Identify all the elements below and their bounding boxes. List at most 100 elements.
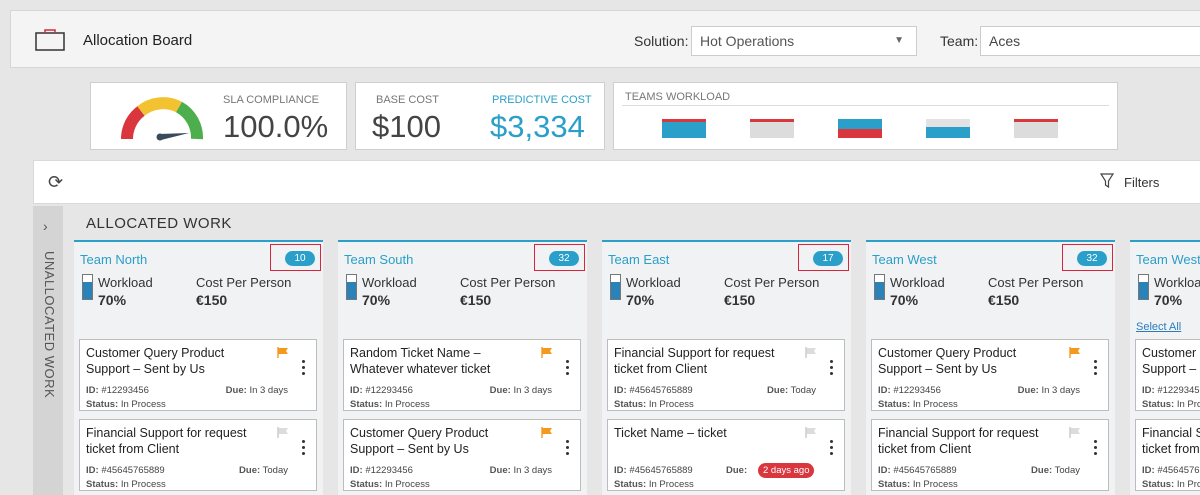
workload-value: 70% [626,292,655,308]
cost-card: BASE COST $100 PREDICTIVE COST $3,334 [355,82,605,150]
highlight-box [270,244,321,271]
workload-label: TEAMS WORKLOAD [625,91,731,103]
overdue-badge: 2 days ago [758,463,815,478]
filters-button[interactable]: Filters [1124,175,1159,190]
ticket-title: Financial Support for request ticket fro… [86,426,247,456]
workload-meter-icon [610,274,621,300]
app-title: Allocation Board [83,32,193,49]
flag-icon[interactable] [277,347,289,358]
more-options-icon[interactable] [1094,440,1098,460]
team-column: Team East 17 Workload 70% Cost Per Perso… [602,240,851,495]
filter-icon[interactable] [1100,173,1114,189]
ticket-id: ID: #12293456 [86,385,149,396]
cost-per-person-value: €150 [196,292,228,308]
ticket-card[interactable]: Customer Query Product Support – Sent by… [79,339,317,411]
chevron-right-icon[interactable]: › [43,218,48,234]
ticket-card[interactable]: Financial Support for request ticket fro… [1135,419,1200,491]
more-options-icon[interactable] [1094,360,1098,380]
ticket-status: Status: In Process [350,399,430,410]
ticket-card[interactable]: Financial Support for request ticket fro… [871,419,1109,491]
cost-per-person-label: Cost Per Person [724,275,820,290]
workload-bar [1014,119,1058,138]
flag-icon[interactable] [1069,427,1081,438]
workload-label: Workload [362,275,417,290]
ticket-due: Due: Today [767,385,816,396]
workload-meter-icon [82,274,93,300]
ticket-id: ID: #45645765889 [614,385,693,396]
more-options-icon[interactable] [566,360,570,380]
ticket-due: Due: In 3 days [225,385,288,396]
more-options-icon[interactable] [830,440,834,460]
cost-per-person-label: Cost Per Person [460,275,556,290]
workload-label: Workload [1154,275,1200,290]
workload-bar [750,119,794,138]
ticket-title: Customer Query Product Support – Sent by… [86,346,225,376]
ticket-card[interactable]: Financial Support for request ticket fro… [607,339,845,411]
ticket-id: ID: #12293456 [878,385,941,396]
caret-down-icon: ▼ [894,35,904,46]
ticket-id: ID: #12293456 [350,465,413,476]
ticket-id: ID: #45645765889 [1142,465,1200,476]
workload-bar [838,119,882,138]
ticket-card[interactable]: Financial Support for request ticket fro… [79,419,317,491]
ticket-card[interactable]: Ticket Name – ticket ID: #45645765889 Du… [607,419,845,491]
ticket-status: Status: In Process [878,479,958,490]
ticket-title: Random Ticket Name – Whatever whatever t… [350,346,491,376]
ticket-status: Status: In Process [1142,479,1200,490]
ticket-card[interactable]: Customer Query Product Support – Sent by… [343,419,581,491]
predictive-cost-value: $3,334 [490,109,585,144]
sla-label: SLA COMPLIANCE [223,94,319,106]
ticket-card[interactable]: Customer Query Product Support – Sent by… [871,339,1109,411]
flag-icon[interactable] [1069,347,1081,358]
team-label: Team: [940,33,979,49]
select-all-link[interactable]: Select All [1136,321,1181,333]
cost-per-person-value: €150 [460,292,492,308]
more-options-icon[interactable] [302,440,306,460]
ticket-id: ID: #45645765889 [614,465,693,476]
ticket-due-label: Due: [726,465,748,476]
ticket-title: Customer Query Product Support – Sent by… [1142,346,1200,376]
ticket-status: Status: In Process [878,399,958,410]
team-column: Team South 32 Workload 70% Cost Per Pers… [338,240,587,495]
ticket-title: Customer Query Product Support – Sent by… [350,426,489,456]
ticket-due: Due: In 3 days [489,385,552,396]
ticket-due: Due: In 3 days [1017,385,1080,396]
column-title: Team North [80,252,148,267]
workload-label: Workload [626,275,681,290]
ticket-title: Customer Query Product Support – Sent by… [878,346,1017,376]
highlight-box [534,244,585,271]
ticket-card[interactable]: Random Ticket Name – Whatever whatever t… [343,339,581,411]
ticket-due: Due: Today [1031,465,1080,476]
ticket-title: Ticket Name – ticket [614,426,727,440]
ticket-due: Due: In 3 days [489,465,552,476]
workload-value: 70% [98,292,127,308]
flag-icon[interactable] [277,427,289,438]
more-options-icon[interactable] [566,440,570,460]
workload-meter-icon [874,274,885,300]
flag-icon[interactable] [805,427,817,438]
refresh-icon[interactable]: ⟳ [48,172,63,193]
workload-value: 70% [362,292,391,308]
workload-bar [926,119,970,138]
team-column: Team West 32 Workload 70% Cost Per Perso… [866,240,1115,495]
solution-select[interactable]: Hot Operations ▼ [691,26,917,56]
ticket-id: ID: #45645765889 [86,465,165,476]
unallocated-work-panel[interactable]: › UNALLOCATED WORK [33,206,63,495]
flag-icon[interactable] [541,347,553,358]
flag-icon[interactable] [541,427,553,438]
column-title: Team West [872,252,937,267]
more-options-icon[interactable] [302,360,306,380]
workload-label: Workload [890,275,945,290]
flag-icon[interactable] [805,347,817,358]
ticket-card[interactable]: Customer Query Product Support – Sent by… [1135,339,1200,411]
solution-value: Hot Operations [700,33,795,49]
ticket-status: Status: In Process [614,399,694,410]
more-options-icon[interactable] [830,360,834,380]
ticket-id: ID: #12293456 [1142,385,1200,396]
team-input[interactable] [980,26,1200,56]
workload-baseline [622,105,1109,106]
ticket-id: ID: #45645765889 [878,465,957,476]
ticket-due: Due: Today [239,465,288,476]
solution-label: Solution: [634,33,689,49]
cost-per-person-label: Cost Per Person [196,275,292,290]
